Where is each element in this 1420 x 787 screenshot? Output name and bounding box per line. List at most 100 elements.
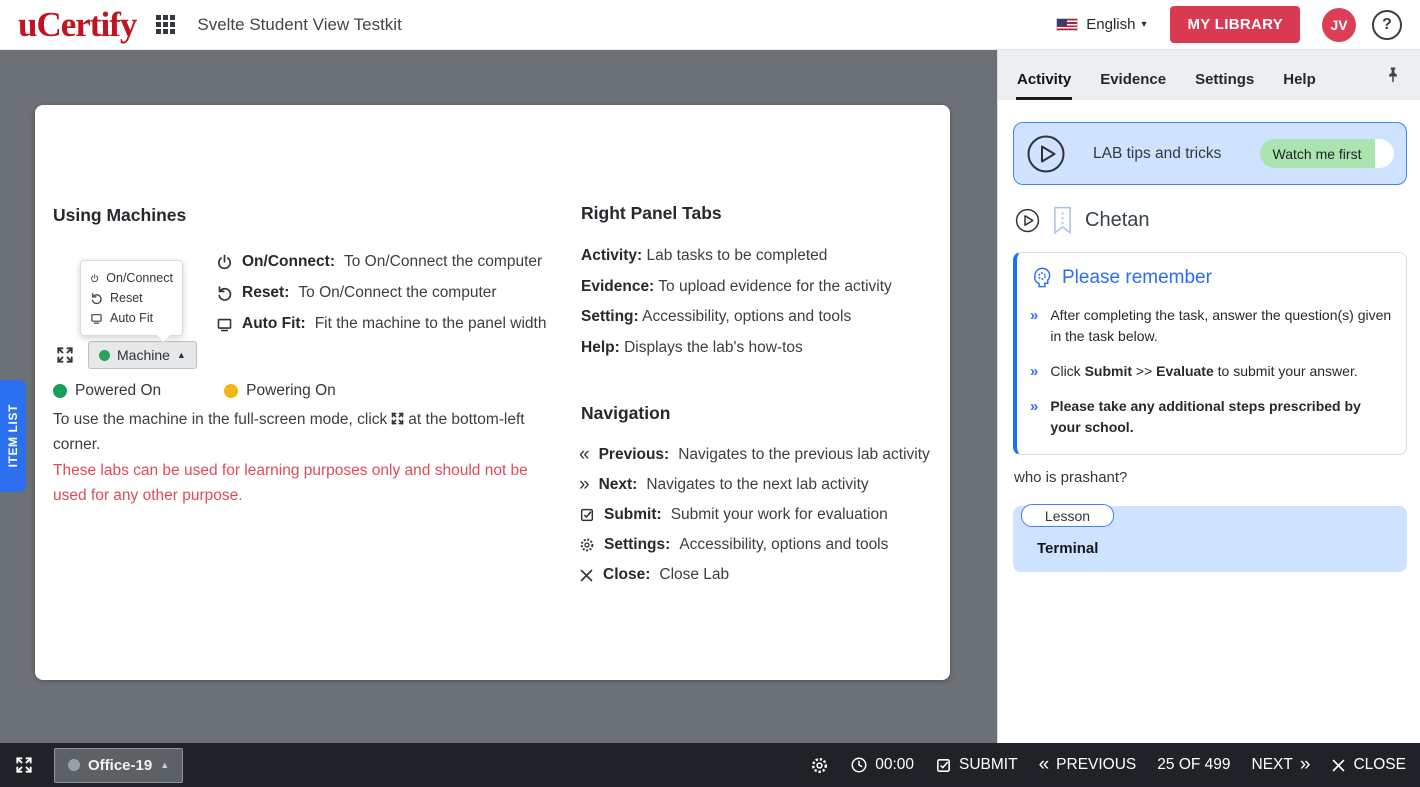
ribbon-bookmark-icon	[1053, 206, 1072, 235]
lab-bottom-bar: Office-19 ▲ 00:00 SUBMIT « PREVIOUS 25 O…	[0, 743, 1420, 787]
chevrons-left-icon: «	[579, 448, 590, 462]
play-circle-icon[interactable]	[1015, 208, 1040, 233]
list-item: Help: Displays the lab's how-tos	[581, 339, 892, 357]
chevrons-right-icon: »	[579, 478, 590, 492]
top-header: uCertify Svelte Student View Testkit Eng…	[0, 0, 1420, 50]
chevrons-right-icon: »	[1300, 754, 1311, 776]
expand-icon[interactable]	[14, 755, 34, 775]
amber-status-dot	[224, 384, 238, 398]
list-item: Setting: Accessibility, options and tool…	[581, 308, 892, 326]
narrator-row: Chetan	[1015, 206, 1150, 235]
reset-icon	[90, 292, 103, 305]
tab-help[interactable]: Help	[1282, 57, 1317, 100]
lesson-tab[interactable]: Lesson	[1021, 504, 1114, 527]
clock-icon	[850, 756, 868, 774]
menu-item-auto-fit[interactable]: Auto Fit	[90, 308, 173, 328]
list-item: Auto Fit: Fit the machine to the panel w…	[216, 315, 546, 333]
using-machines-heading: Using Machines	[53, 205, 186, 226]
lab-timer: 00:00	[850, 756, 914, 774]
autofit-icon	[90, 312, 103, 325]
us-flag-icon	[1056, 18, 1078, 31]
tab-settings[interactable]: Settings	[1194, 57, 1255, 100]
submit-checkbox-icon	[579, 507, 595, 523]
watch-me-first-button[interactable]: Watch me first	[1260, 139, 1394, 168]
previous-button[interactable]: « PREVIOUS	[1039, 754, 1137, 776]
remember-bullet: » Please take any additional steps presc…	[1030, 396, 1392, 438]
my-library-button[interactable]: MY LIBRARY	[1170, 6, 1300, 43]
menu-item-reset[interactable]: Reset	[90, 288, 173, 308]
chevrons-bullet-icon: »	[1030, 361, 1038, 382]
lesson-panel: Lesson Terminal	[1013, 506, 1407, 572]
machine-selector-button[interactable]: Office-19 ▲	[54, 748, 183, 783]
reset-icon	[216, 285, 233, 302]
machine-dropdown-button[interactable]: Machine ▲	[88, 341, 197, 369]
caret-up-icon: ▲	[160, 760, 169, 770]
tab-activity[interactable]: Activity	[1016, 57, 1072, 100]
item-list-label: ITEM LIST	[6, 404, 20, 467]
close-icon	[1331, 758, 1346, 773]
page-title: Svelte Student View Testkit	[197, 15, 401, 35]
activity-panel: Activity Evidence Settings Help LAB tips…	[997, 50, 1420, 743]
language-label: English	[1086, 16, 1135, 33]
machine-menu-popup: On/Connect Reset Auto Fit	[80, 260, 183, 336]
right-panel-tabs-heading: Right Panel Tabs	[581, 203, 722, 224]
ucertify-logo: uCertify	[18, 7, 136, 42]
list-item: » Next:Navigates to the next lab activit…	[579, 476, 930, 494]
power-status-legend: Powered On Powering On	[53, 382, 336, 400]
tips-label: LAB tips and tricks	[1093, 145, 1221, 163]
activity-progress: 25 OF 499	[1157, 756, 1230, 774]
list-item: Reset: To On/Connect the computer	[216, 284, 546, 302]
expand-icon[interactable]	[55, 345, 75, 365]
caret-down-icon: ▾	[1141, 19, 1146, 30]
machine-status-dot	[99, 350, 110, 361]
list-item: On/Connect: To On/Connect the computer	[216, 253, 546, 271]
user-avatar[interactable]: JV	[1322, 8, 1356, 42]
remember-bullet: » After completing the task, answer the …	[1030, 305, 1392, 347]
list-item: Close:Close Lab	[579, 566, 930, 584]
list-item: Submit:Submit your work for evaluation	[579, 506, 930, 524]
language-selector[interactable]: English ▾	[1086, 16, 1146, 33]
play-circle-icon[interactable]	[1026, 134, 1066, 174]
next-button[interactable]: NEXT »	[1252, 754, 1311, 776]
lesson-item-terminal[interactable]: Terminal	[1037, 540, 1098, 557]
gear-icon	[579, 537, 595, 553]
machine-name: Office-19	[88, 757, 152, 774]
navigation-descriptions: « Previous:Navigates to the previous lab…	[579, 446, 930, 584]
machine-actions-descriptions: On/Connect: To On/Connect the computer R…	[216, 253, 546, 333]
right-panel-tab-bar: Activity Evidence Settings Help	[998, 50, 1420, 100]
remember-title: Please remember	[1062, 267, 1212, 289]
expand-icon	[390, 411, 405, 426]
close-button[interactable]: CLOSE	[1331, 756, 1406, 774]
menu-item-on-connect[interactable]: On/Connect	[90, 268, 173, 288]
menu-item-label: Auto Fit	[110, 311, 153, 325]
submit-button[interactable]: SUBMIT	[935, 756, 1018, 774]
fullscreen-note: To use the machine in the full-screen mo…	[53, 407, 549, 457]
list-item: Settings:Accessibility, options and tool…	[579, 536, 930, 554]
lab-stage: Using Machines On/Connect Reset Auto Fit…	[0, 50, 997, 743]
autofit-icon	[216, 316, 233, 333]
right-panel-tabs-descriptions: Activity: Lab tasks to be completed Evid…	[581, 247, 892, 357]
list-item: Evidence: To upload evidence for the act…	[581, 278, 892, 296]
power-icon	[216, 254, 233, 271]
legend-powering-on: Powering On	[224, 382, 336, 400]
close-icon	[579, 568, 594, 583]
legend-powered-on: Powered On	[53, 382, 161, 400]
please-remember-box: Please remember » After completing the t…	[1013, 252, 1407, 455]
gear-icon[interactable]	[810, 756, 829, 775]
submit-checkbox-icon	[935, 757, 952, 774]
remember-bullet: » Click Submit >> Evaluate to submit you…	[1030, 361, 1392, 382]
help-icon[interactable]: ?	[1372, 10, 1402, 40]
list-item: Activity: Lab tasks to be completed	[581, 247, 892, 265]
tab-evidence[interactable]: Evidence	[1099, 57, 1167, 100]
apps-grid-icon[interactable]	[156, 15, 175, 34]
usage-warning-text: These labs can be used for learning purp…	[53, 458, 535, 508]
task-question: who is prashant?	[1014, 469, 1127, 486]
machine-status-dot	[68, 759, 80, 771]
machine-button-label: Machine	[117, 347, 170, 363]
chevrons-bullet-icon: »	[1030, 396, 1038, 438]
item-list-tab[interactable]: ITEM LIST	[0, 380, 26, 492]
chevrons-left-icon: «	[1039, 754, 1050, 776]
pin-icon[interactable]	[1384, 66, 1402, 84]
navigation-heading: Navigation	[581, 403, 670, 424]
mind-icon	[1030, 266, 1053, 289]
